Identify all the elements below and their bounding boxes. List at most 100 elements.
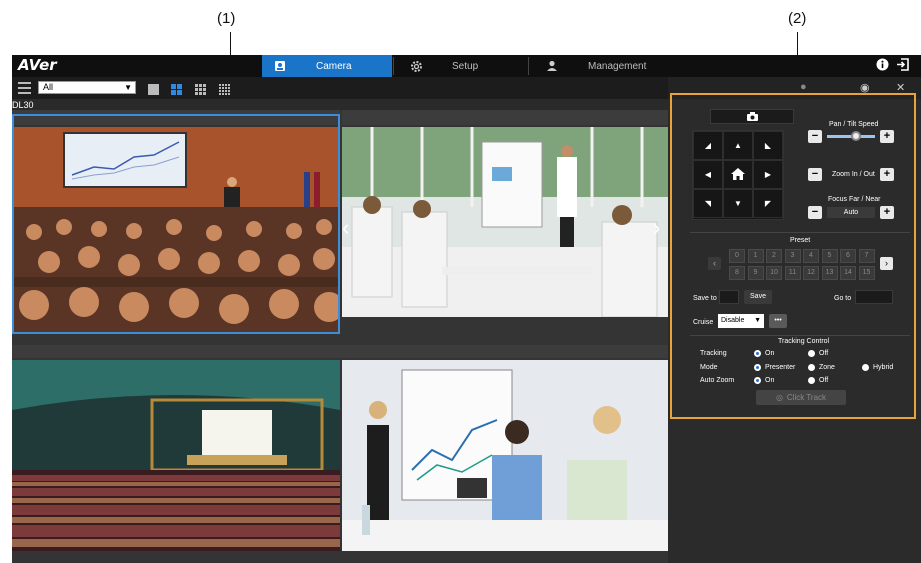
mode-presenter-label: Presenter [765, 364, 796, 371]
camera-view-2[interactable] [342, 127, 668, 317]
target-icon: ◎ [775, 393, 783, 402]
preset-button[interactable]: 5 [821, 249, 838, 263]
focus-label: Focus Far / Near [828, 196, 881, 203]
preset-button[interactable]: 13 [821, 266, 838, 280]
tab-management[interactable]: Management [534, 55, 664, 77]
focus-far-button[interactable]: − [808, 206, 822, 219]
preset-button[interactable]: 4 [803, 249, 819, 263]
mode-hybrid-label: Hybrid [873, 364, 894, 371]
pan-down-right-button[interactable]: ◤ [753, 189, 783, 218]
layout-4x4-icon[interactable] [219, 82, 230, 95]
focus-near-button[interactable]: + [880, 206, 894, 219]
preset-button[interactable]: 6 [840, 249, 856, 263]
pane-header-3 [12, 345, 668, 358]
tracking-off-label: Off [819, 350, 829, 357]
layout-2x2-icon[interactable] [171, 82, 182, 95]
preset-button[interactable]: 8 [729, 266, 745, 280]
tab-camera-label: Camera [316, 60, 352, 72]
zoom-in-button[interactable]: + [880, 168, 894, 181]
tracking-off-radio[interactable] [808, 350, 815, 357]
camera-view-4[interactable] [342, 360, 668, 551]
gear-icon [408, 59, 424, 73]
preset-button[interactable]: 14 [840, 266, 856, 280]
auto-zoom-on-label: On [765, 377, 775, 384]
aver-logo: AVer [18, 56, 57, 74]
pan-down-left-button[interactable]: ◥ [693, 189, 723, 218]
preset-prev-button[interactable]: ‹ [708, 257, 721, 270]
cruise-select-value: Disable [721, 317, 745, 324]
info-icon[interactable] [876, 58, 889, 74]
menu-icon[interactable] [18, 82, 31, 97]
tilt-up-button[interactable]: ▲ [723, 131, 753, 160]
preset-button[interactable]: 15 [858, 266, 875, 280]
tab-camera[interactable]: Camera [262, 55, 392, 77]
zoom-label: Zoom In / Out [832, 171, 875, 178]
layout-1x1-icon[interactable] [148, 82, 159, 95]
top-bar: AVer Camera Setup Management [12, 55, 921, 77]
cruise-select[interactable]: Disable ▼ [718, 314, 764, 328]
pan-right-button[interactable]: ▶ [753, 160, 783, 189]
tracking-on-radio[interactable] [754, 350, 761, 357]
pan-left-button[interactable]: ◀ [693, 160, 723, 189]
divider [690, 335, 910, 336]
pan-tilt-speed-label: Pan / Tilt Speed [829, 121, 879, 128]
user-icon [544, 59, 560, 73]
pan-tilt-speed-plus-button[interactable]: + [880, 130, 894, 143]
tab-divider [528, 57, 529, 75]
save-button[interactable]: Save [744, 290, 772, 304]
layout-3x3-icon[interactable] [195, 82, 206, 95]
camera-view-3[interactable] [12, 360, 340, 551]
auto-zoom-off-label: Off [819, 377, 829, 384]
preset-button[interactable]: 7 [858, 249, 875, 263]
cruise-label: Cruise [693, 319, 714, 326]
mode-label: Mode [700, 364, 718, 371]
chevron-down-icon: ▼ [754, 317, 761, 324]
home-button[interactable] [723, 160, 753, 189]
device-label: DL30 [12, 100, 34, 110]
mode-hybrid-radio[interactable] [862, 364, 869, 371]
go-to-label: Go to [834, 295, 852, 302]
tracking-control-title: Tracking Control [778, 338, 830, 345]
auto-zoom-on-radio[interactable] [754, 377, 761, 384]
snapshot-button[interactable] [710, 109, 794, 124]
preset-next-button[interactable]: › [880, 257, 893, 270]
tracking-on-label: On [765, 350, 775, 357]
mode-presenter-radio[interactable] [754, 364, 761, 371]
preset-button[interactable]: 9 [747, 266, 764, 280]
group-select-value: All [43, 82, 54, 92]
group-select[interactable]: All ▼ [38, 81, 136, 94]
preset-button[interactable]: 11 [784, 266, 801, 280]
pan-tilt-speed-thumb[interactable] [850, 131, 861, 141]
preset-button[interactable]: 3 [784, 249, 801, 263]
chevron-right-icon[interactable]: › [653, 215, 660, 241]
preset-button[interactable]: 12 [803, 266, 819, 280]
chevron-down-icon: ▼ [124, 83, 132, 92]
pan-up-right-button[interactable]: ◣ [753, 131, 783, 160]
pan-tilt-speed-minus-button[interactable]: − [808, 130, 822, 143]
save-to-input[interactable] [719, 290, 739, 304]
camera-icon [272, 59, 288, 73]
home-icon [731, 167, 745, 182]
zoom-out-button[interactable]: − [808, 168, 822, 181]
auto-zoom-label: Auto Zoom [700, 377, 735, 384]
mic-icon[interactable]: ● [800, 81, 807, 93]
preset-button[interactable]: 2 [766, 249, 782, 263]
pan-up-left-button[interactable]: ◢ [693, 131, 723, 160]
go-to-input[interactable] [855, 290, 893, 304]
logout-icon[interactable] [896, 58, 910, 74]
selected-view-frame [12, 114, 340, 334]
tilt-down-button[interactable]: ▼ [723, 189, 753, 218]
preset-button[interactable]: 10 [766, 266, 782, 280]
focus-auto-button[interactable]: Auto [827, 207, 875, 218]
tab-setup[interactable]: Setup [398, 55, 528, 77]
callout-1: (1) [217, 10, 236, 27]
chevron-left-icon[interactable]: ‹ [342, 215, 349, 241]
preset-button[interactable]: 0 [729, 249, 745, 263]
mode-zone-radio[interactable] [808, 364, 815, 371]
click-track-button[interactable]: ◎ Click Track [756, 390, 846, 405]
pane-header-2 [342, 110, 668, 125]
preset-button[interactable]: 1 [747, 249, 764, 263]
auto-zoom-off-radio[interactable] [808, 377, 815, 384]
cruise-more-button[interactable]: ••• [769, 314, 787, 328]
view-toolbar: All ▼ [12, 77, 668, 99]
